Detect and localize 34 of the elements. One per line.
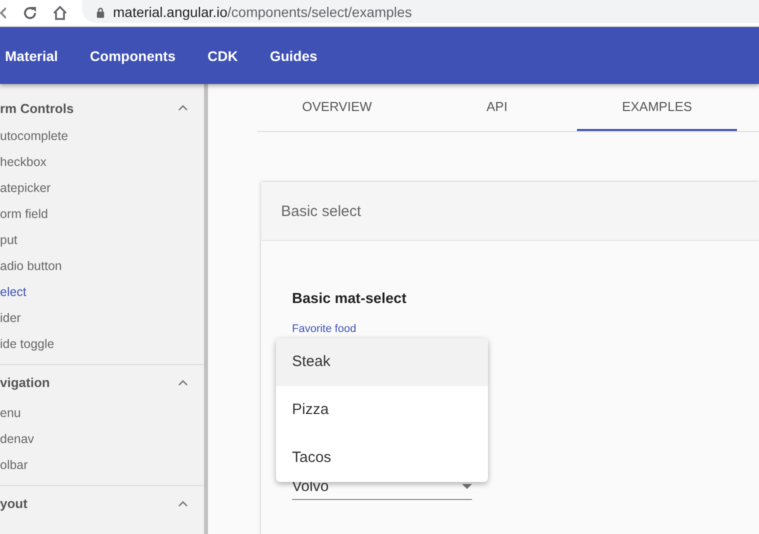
sidebar-item[interactable]: olbar — [0, 452, 204, 478]
lock-icon — [96, 6, 105, 18]
tab[interactable]: API — [417, 84, 577, 131]
home-icon[interactable] — [52, 5, 68, 21]
dropdown-option[interactable]: Steak — [276, 338, 488, 386]
tab[interactable]: EXAMPLES — [577, 84, 737, 131]
card-title: Basic select — [281, 202, 362, 220]
section-header[interactable]: vigation — [0, 365, 204, 400]
sidebar-item[interactable]: orm field — [0, 201, 204, 227]
sidebar-item[interactable]: heckbox — [0, 149, 204, 175]
sidebar-item[interactable]: atepicker — [0, 175, 204, 201]
nav-link[interactable]: CDK — [191, 48, 254, 64]
nav-link[interactable]: Guides — [254, 48, 334, 64]
scrollbar[interactable] — [204, 84, 208, 534]
section-header[interactable]: rm Controls — [0, 93, 204, 123]
sidebar-item[interactable]: put — [0, 227, 204, 253]
address-bar[interactable]: material.angular.io/components/select/examples — [82, 0, 759, 22]
dropdown-option[interactable]: Pizza — [276, 386, 488, 434]
example-heading: Basic mat-select — [292, 291, 408, 307]
sidebar-item[interactable]: utocomplete — [0, 123, 204, 149]
tab[interactable]: OVERVIEW — [257, 84, 417, 131]
sidebar-item[interactable]: ide toggle — [0, 331, 204, 357]
sidebar-item[interactable]: ider — [0, 305, 204, 331]
nav-link[interactable]: Material — [0, 48, 74, 64]
field-label: Favorite food — [292, 323, 358, 336]
sidebar-item[interactable]: denav — [0, 426, 204, 452]
section-header[interactable]: yout — [0, 486, 204, 521]
sidebar-item[interactable]: adio button — [0, 253, 204, 279]
nav-link[interactable]: Components — [74, 48, 192, 64]
reload-icon[interactable] — [22, 5, 38, 21]
caret-icon — [462, 484, 472, 489]
sidebar-item[interactable]: elect — [0, 279, 204, 305]
sidebar-item[interactable]: enu — [0, 400, 204, 426]
url-text: material.angular.io/components/select/examples — [113, 4, 412, 20]
